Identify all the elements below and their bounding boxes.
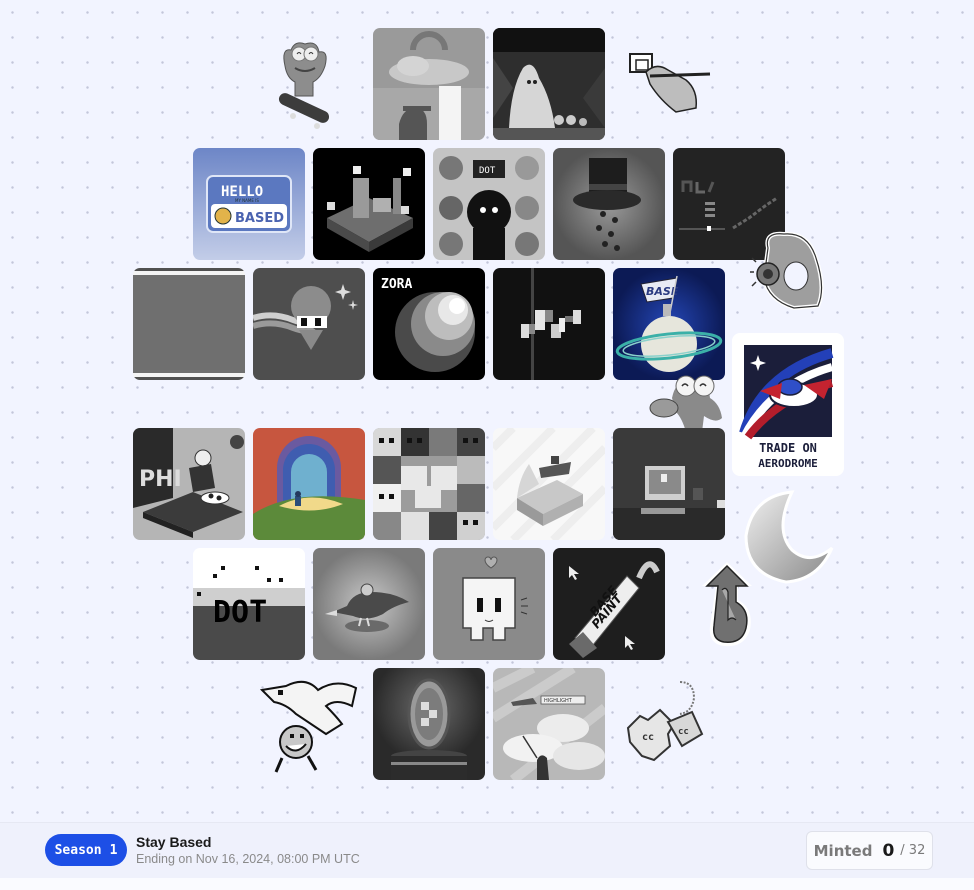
artwork-phi-isometric[interactable]: PHI bbox=[133, 428, 245, 540]
artwork-coin-pedestal[interactable] bbox=[373, 668, 485, 780]
dot-faces-image: DOT bbox=[433, 148, 545, 260]
minted-label: Minted bbox=[813, 841, 873, 860]
artwork-highlight-plane[interactable]: HIGHLIGHT bbox=[493, 668, 605, 780]
bird-image bbox=[313, 548, 425, 660]
pointing-hand-arrow-sticker[interactable] bbox=[700, 560, 754, 650]
aerodrome-plane-icon: TRADE ON AERODROME bbox=[739, 345, 834, 470]
artwork-retro-computer[interactable] bbox=[613, 428, 725, 540]
artwork-top-hat[interactable] bbox=[553, 148, 665, 260]
artwork-rainbow-portal[interactable] bbox=[253, 428, 365, 540]
skateboard-mascot-sticker[interactable] bbox=[273, 38, 335, 133]
mascot-eyes-icon bbox=[649, 375, 722, 432]
hand-holding-coin-icon bbox=[750, 231, 824, 311]
moon-sticker[interactable] bbox=[740, 488, 834, 586]
artwork-dot-pixel[interactable]: DOT bbox=[193, 548, 305, 660]
pixel-faces-grid-image bbox=[373, 428, 485, 540]
my-name-is-text: MY NAME IS bbox=[235, 198, 259, 203]
hello-based-image: HELLO MY NAME IS BASED bbox=[193, 148, 305, 260]
minted-counter: Minted 0 / 32 bbox=[806, 831, 933, 870]
rainbow-portal-image bbox=[253, 428, 365, 540]
zora-text: ZORA bbox=[381, 277, 412, 292]
artwork-pixel-faces-grid[interactable] bbox=[373, 428, 485, 540]
gray-panel-image bbox=[133, 268, 245, 380]
basepaint-tube-image: BASE PAINT bbox=[553, 548, 665, 660]
footer-bottom-strip bbox=[0, 878, 974, 890]
artwork-pixel-glitch[interactable] bbox=[493, 268, 605, 380]
pixel-keychain-icon: cc cc bbox=[626, 681, 704, 762]
crescent-moon-icon bbox=[744, 490, 834, 584]
pixel-pelican-sticker[interactable] bbox=[256, 672, 360, 776]
artwork-square-ghost[interactable] bbox=[433, 548, 545, 660]
highlight-plane-image: HIGHLIGHT bbox=[493, 668, 605, 780]
minted-total: / 32 bbox=[900, 843, 926, 858]
artwork-afro-rainbow[interactable] bbox=[253, 268, 365, 380]
phi-isometric-image: PHI bbox=[133, 428, 245, 540]
pixel-glitch-image bbox=[493, 268, 605, 380]
coin-pedestal-image bbox=[373, 668, 485, 780]
season-ending-date: Ending on Nov 16, 2024, 08:00 PM UTC bbox=[136, 852, 360, 866]
artwork-ghost-forest[interactable] bbox=[493, 28, 605, 140]
season-badge: Season 1 bbox=[45, 834, 127, 866]
highlight-banner-text: HIGHLIGHT bbox=[544, 698, 573, 704]
aerodrome-sticker[interactable]: TRADE ON AERODROME bbox=[732, 333, 844, 476]
season-badge-number: 1 bbox=[109, 842, 118, 858]
cloud-silhouette-image bbox=[373, 28, 485, 140]
top-hat-image bbox=[553, 148, 665, 260]
afro-rainbow-image bbox=[253, 268, 365, 380]
artwork-basepaint[interactable]: BASE PAINT bbox=[553, 548, 665, 660]
keychain-sticker[interactable]: cc cc bbox=[624, 678, 706, 768]
artwork-isometric-boat[interactable] bbox=[493, 428, 605, 540]
artwork-zora-orb[interactable]: ZORA bbox=[373, 268, 485, 380]
artwork-dot-faces[interactable]: DOT bbox=[433, 148, 545, 260]
artwork-bird[interactable] bbox=[313, 548, 425, 660]
dot-pixel-text: DOT bbox=[213, 595, 267, 630]
hand-holding-coin-sticker[interactable] bbox=[748, 228, 830, 311]
artwork-isometric-castle[interactable] bbox=[313, 148, 425, 260]
svg-text:cc: cc bbox=[642, 732, 654, 743]
artwork-gray-panel[interactable] bbox=[133, 268, 245, 380]
isometric-boat-image bbox=[493, 428, 605, 540]
season-badge-label: Season bbox=[54, 842, 102, 858]
minted-count: 0 bbox=[882, 840, 895, 861]
season-title: Stay Based bbox=[136, 834, 212, 850]
dot-pixel-image: DOT bbox=[193, 548, 305, 660]
based-text: BASED bbox=[235, 211, 284, 226]
base-planet-image: BASE bbox=[613, 268, 725, 380]
skateboard-mascot-icon bbox=[278, 42, 330, 129]
aerodrome-text: AERODROME bbox=[758, 457, 818, 470]
coin-eater-mascot-sticker[interactable] bbox=[646, 368, 724, 434]
retro-computer-image bbox=[613, 428, 725, 540]
isometric-castle-image bbox=[313, 148, 425, 260]
pointing-up-arrow-icon bbox=[702, 562, 752, 647]
dot-text: DOT bbox=[479, 166, 496, 176]
pixel-pelican-icon bbox=[259, 680, 358, 773]
ghost-forest-image bbox=[493, 28, 605, 140]
hand-with-pen-icon bbox=[629, 53, 711, 113]
square-ghost-image bbox=[433, 548, 545, 660]
artwork-hello-based[interactable]: HELLO MY NAME IS BASED bbox=[193, 148, 305, 260]
artwork-cloud-silhouette[interactable] bbox=[373, 28, 485, 140]
artwork-base-planet[interactable]: BASE bbox=[613, 268, 725, 380]
svg-text:cc: cc bbox=[678, 727, 689, 737]
phi-text: PHI bbox=[139, 467, 182, 492]
zora-orb-image: ZORA bbox=[373, 268, 485, 380]
hand-drawing-sticker[interactable] bbox=[626, 50, 712, 114]
trade-on-text: TRADE ON bbox=[759, 441, 817, 455]
